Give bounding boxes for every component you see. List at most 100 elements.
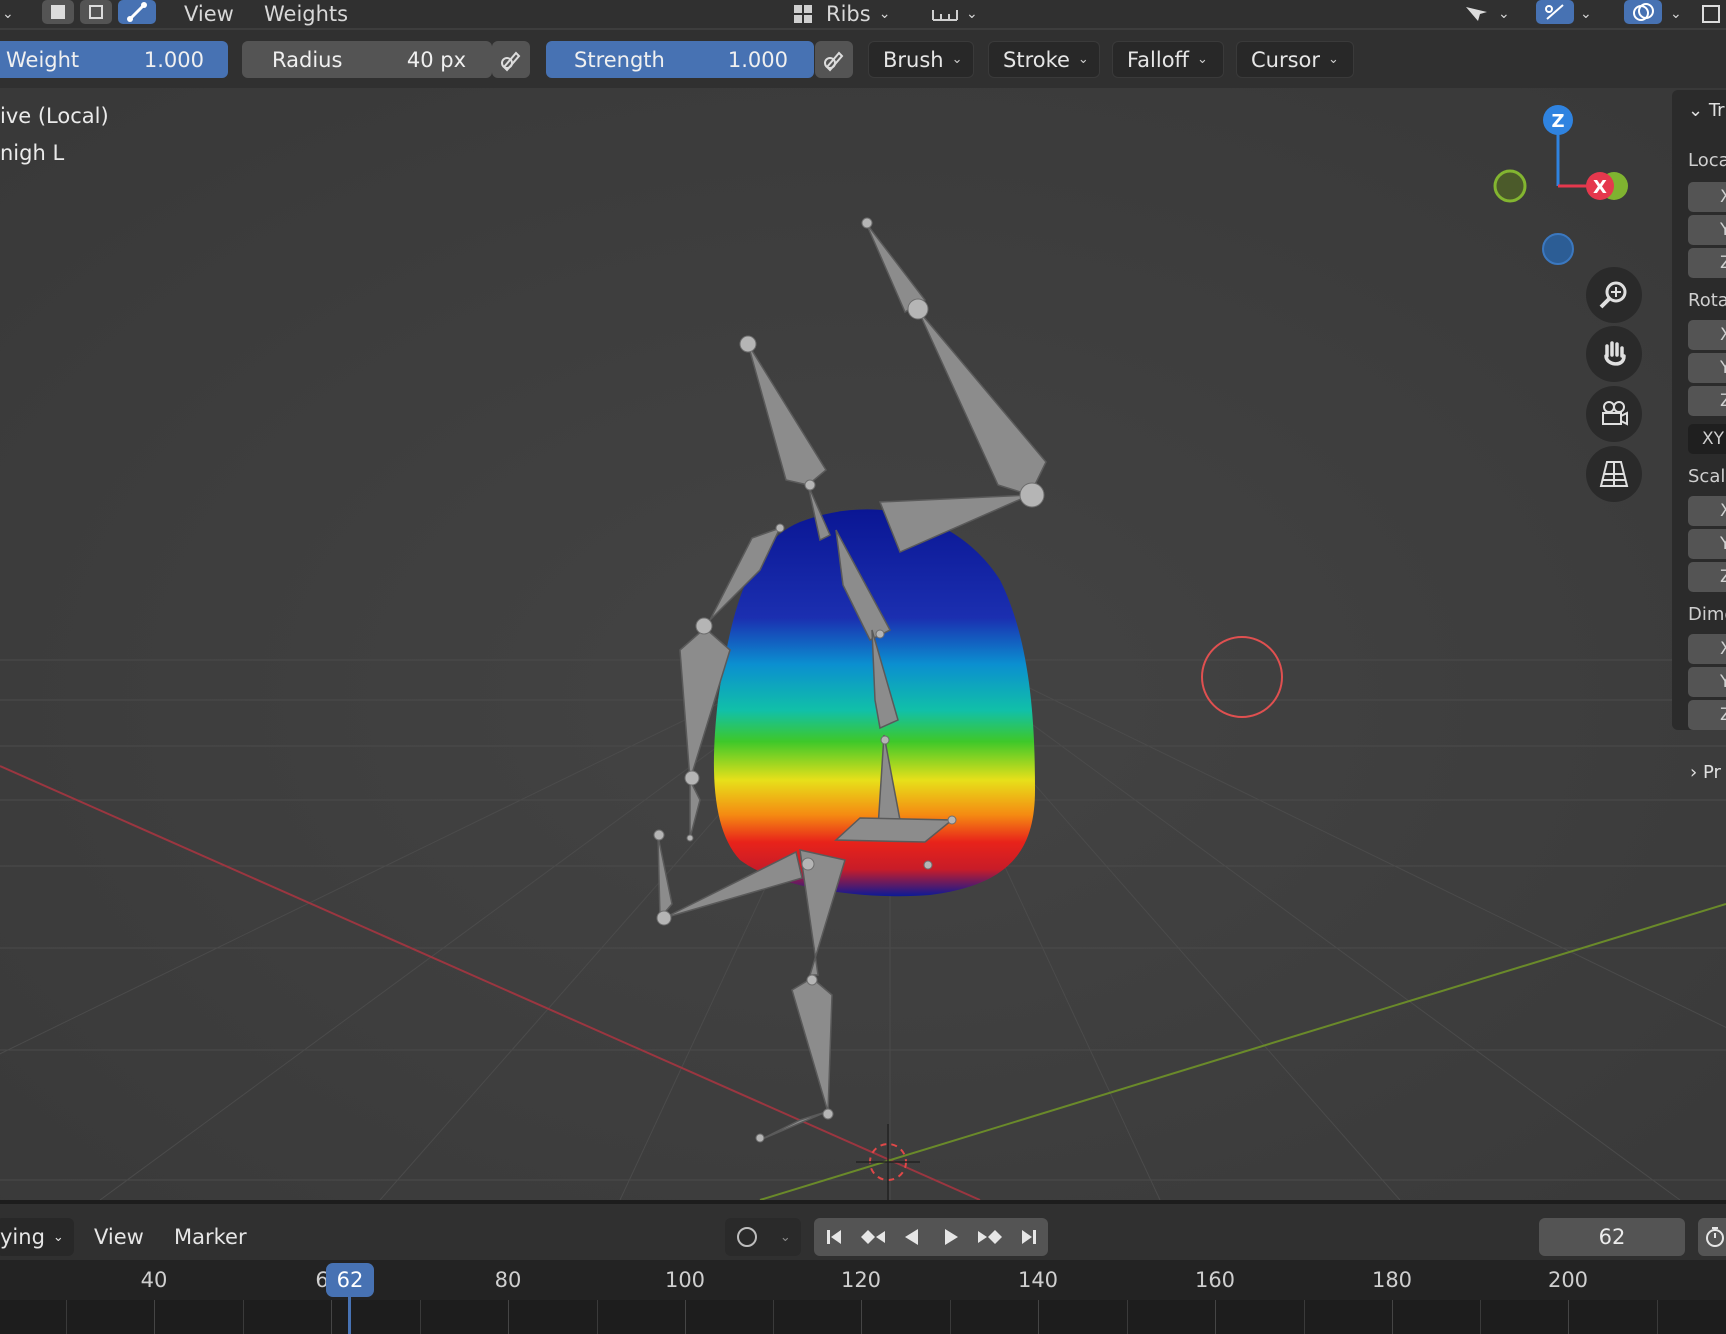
scale-x-field[interactable]: X [1688, 496, 1726, 526]
playback-controls [814, 1218, 1048, 1256]
menu-view[interactable]: View [184, 0, 234, 28]
timeline-track-area[interactable] [0, 1300, 1726, 1334]
playback-timer-button[interactable] [1698, 1218, 1726, 1256]
location-y-field[interactable]: Y [1688, 215, 1726, 245]
select-box-icon [51, 5, 65, 19]
sidebar-n-panel: ⌄ Tr Loca X Y Z Rota X Y Z XY Scal X Y Z… [1672, 90, 1726, 730]
bone-collection-icon [794, 5, 812, 23]
menu-weights[interactable]: Weights [264, 0, 348, 28]
falloff-menu-label: Falloff [1127, 47, 1190, 72]
transform-panel-header[interactable]: ⌄ Tr [1688, 100, 1725, 121]
gizmo-x-label: X [1593, 177, 1607, 198]
rotation-x-field[interactable]: X [1688, 320, 1726, 350]
tick [420, 1300, 421, 1334]
strength-pressure-button[interactable] [815, 41, 853, 78]
strength-field[interactable]: Strength 1.000 [546, 41, 814, 78]
gizmo-dropdown[interactable]: ⌄ [1580, 0, 1592, 28]
overlays-dropdown[interactable]: ⌄ [1670, 0, 1682, 28]
gizmo-neg-y-ball[interactable] [1493, 169, 1527, 203]
tool-settings-header: Weight 1.000 Radius 40 px Strength 1.000… [0, 30, 1726, 88]
current-frame-field[interactable]: 62 [1539, 1218, 1685, 1256]
weight-field[interactable]: Weight 1.000 [0, 41, 228, 78]
strength-value: 1.000 [727, 47, 788, 72]
next-keyframe-button[interactable] [970, 1218, 1009, 1256]
timeline-ruler[interactable]: 40 6 80 100 120 140 160 180 200 [0, 1260, 1726, 1300]
tick [597, 1300, 598, 1334]
zoom-button[interactable] [1586, 267, 1642, 323]
play-button[interactable] [931, 1218, 970, 1256]
perspective-grid-icon [1599, 461, 1629, 487]
tick [1568, 1300, 1569, 1334]
playhead-frame-badge[interactable]: 62 [326, 1263, 374, 1297]
prev-keyframe-button[interactable] [853, 1218, 892, 1256]
selectability-icon [1466, 7, 1487, 21]
radius-field[interactable]: Radius 40 px [242, 41, 492, 78]
properties-header-label: Pr [1702, 762, 1721, 783]
zoom-icon [1599, 281, 1627, 309]
stroke-menu[interactable]: Stroke ⌄ [988, 41, 1100, 78]
overlays-toggle-button[interactable] [1624, 0, 1662, 24]
radius-pressure-button[interactable] [492, 41, 530, 78]
jump-start-button[interactable] [814, 1218, 853, 1256]
perspective-toggle-button[interactable] [1586, 446, 1642, 502]
ruler-label-100: 100 [664, 1268, 706, 1292]
scale-y-field[interactable]: Y [1688, 529, 1726, 559]
viewport-3d[interactable]: X Z [0, 88, 1726, 1200]
next-keyframe-icon [977, 1230, 1002, 1244]
tick [773, 1300, 774, 1334]
falloff-menu[interactable]: Falloff ⌄ [1112, 41, 1224, 78]
rotation-mode-dropdown[interactable]: XY [1688, 424, 1726, 454]
xray-icon [1702, 5, 1720, 23]
bone-collection-dropdown[interactable]: Ribs ⌄ [792, 0, 890, 28]
playback-mode-dropdown[interactable]: ying ⌄ [0, 1218, 74, 1256]
brush-menu[interactable]: Brush ⌄ [868, 41, 974, 78]
snap-increment-icon [932, 10, 958, 21]
mode-dropdown-chevron[interactable]: ⌄ [2, 0, 14, 28]
chevron-down-icon: ⌄ [966, 6, 978, 22]
chevron-down-icon: ⌄ [1328, 52, 1339, 67]
properties-panel-header[interactable]: › Pr [1690, 762, 1721, 783]
pan-button[interactable] [1586, 326, 1642, 382]
pan-hand-icon [1604, 341, 1626, 366]
gizmo-neg-z-ball[interactable] [1542, 233, 1574, 265]
scale-label: Scal [1688, 466, 1726, 487]
rotation-z-field[interactable]: Z [1688, 386, 1726, 416]
prev-keyframe-icon [860, 1230, 885, 1244]
scale-z-field[interactable]: Z [1688, 562, 1726, 592]
bone-select-button[interactable] [118, 0, 156, 24]
dimensions-z-field[interactable]: Z [1688, 700, 1726, 730]
chevron-down-icon: ⌄ [1197, 52, 1208, 67]
camera-view-button[interactable] [1586, 386, 1642, 442]
ruler-label-80: 80 [494, 1268, 522, 1292]
dimensions-y-field[interactable]: Y [1688, 667, 1726, 697]
play-reverse-icon [904, 1229, 918, 1245]
gizmo-z-label: Z [1551, 111, 1564, 132]
stopwatch-icon [1706, 1227, 1724, 1247]
jump-start-icon [826, 1230, 841, 1244]
auto-keying-toggle[interactable]: ⌄ [725, 1218, 801, 1256]
rotation-y-field[interactable]: Y [1688, 353, 1726, 383]
timeline-menu-view[interactable]: View [94, 1218, 144, 1256]
playhead-line[interactable] [348, 1297, 351, 1334]
dimensions-x-field[interactable]: X [1688, 634, 1726, 664]
jump-end-button[interactable] [1009, 1218, 1048, 1256]
play-reverse-button[interactable] [892, 1218, 931, 1256]
select-mode-box-button[interactable] [42, 0, 74, 24]
location-z-field[interactable]: Z [1688, 248, 1726, 278]
tick [154, 1300, 155, 1334]
cursor-menu[interactable]: Cursor ⌄ [1236, 41, 1354, 78]
tick [1392, 1300, 1393, 1334]
timeline-menu-marker[interactable]: Marker [174, 1218, 247, 1256]
select-mode-face-button[interactable] [80, 0, 112, 24]
snapping-dropdown[interactable]: ⌄ [930, 0, 978, 28]
gizmo-toggle-button[interactable] [1536, 0, 1574, 24]
visibility-dropdown[interactable]: ⌄ [1462, 0, 1510, 28]
location-x-field[interactable]: X [1688, 182, 1726, 212]
brush-menu-label: Brush [883, 47, 944, 72]
tick [950, 1300, 951, 1334]
chevron-right-icon: › [1690, 762, 1698, 783]
radius-value: 40 px [406, 47, 466, 72]
select-face-icon [89, 5, 103, 19]
dimensions-label: Dime [1688, 604, 1726, 625]
xray-button[interactable] [1700, 0, 1722, 28]
